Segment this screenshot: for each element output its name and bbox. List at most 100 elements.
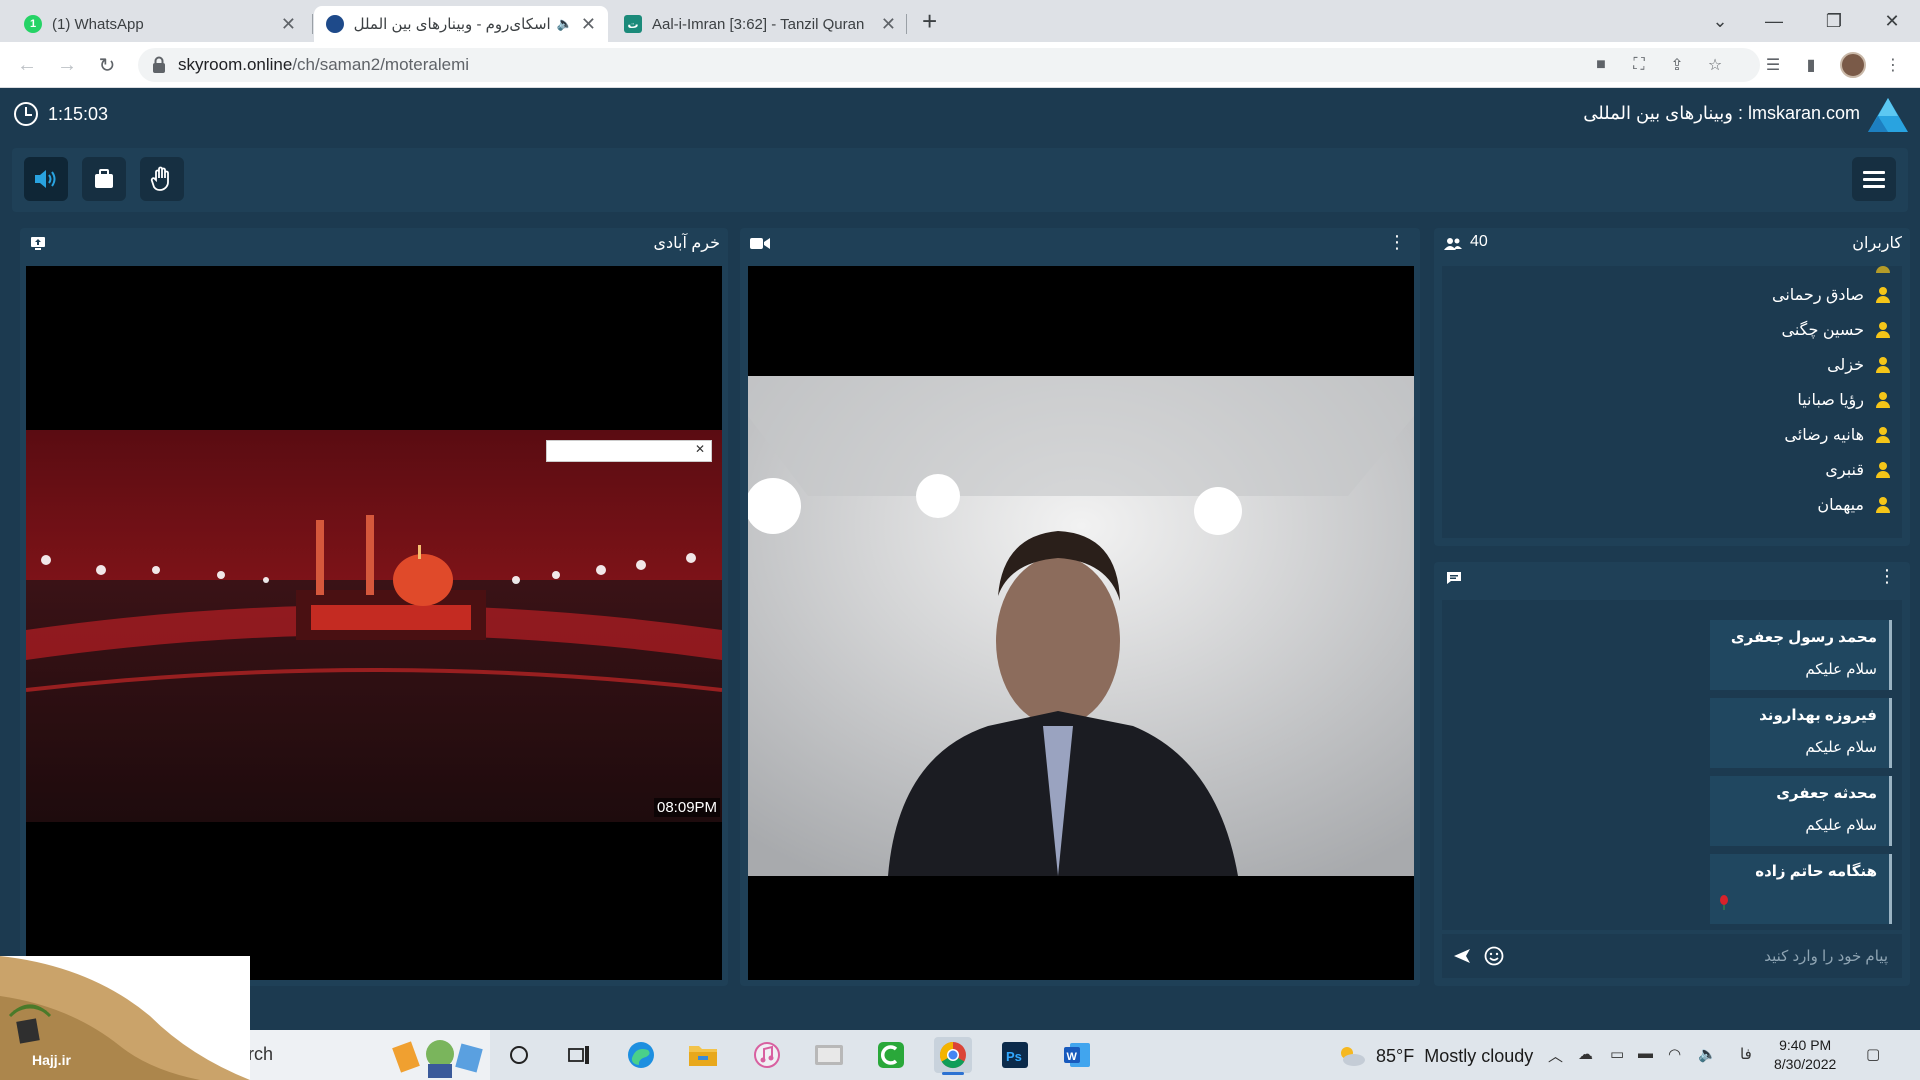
reading-list-icon[interactable]: ☰ — [1762, 54, 1784, 76]
weather-widget[interactable]: 85°F Mostly cloudy — [1336, 1044, 1533, 1068]
chrome-icon[interactable] — [934, 1037, 972, 1075]
new-tab-button[interactable]: + — [922, 6, 937, 36]
tab-separator — [906, 14, 907, 34]
files-button[interactable] — [82, 157, 126, 201]
fun-app-icon[interactable] — [810, 1037, 848, 1073]
chat-icon — [1447, 572, 1461, 584]
back-icon[interactable]: ← — [12, 50, 42, 80]
word-icon[interactable]: W — [1058, 1037, 1096, 1073]
whatsapp-icon: 1 — [24, 15, 42, 33]
panel-header: ⋮ — [1434, 562, 1910, 592]
restore-icon[interactable]: ❐ — [1806, 0, 1862, 42]
edge-icon[interactable] — [622, 1037, 660, 1073]
user-item[interactable]: رؤیا صبانیا — [1797, 390, 1892, 410]
chevron-up-icon[interactable]: ︿ — [1548, 1045, 1563, 1066]
camtasia-icon[interactable] — [872, 1037, 910, 1073]
user-item[interactable]: میهمان — [1817, 495, 1892, 515]
panel-header: ⋮ — [740, 228, 1420, 258]
meet-now-icon[interactable]: ▭ — [1610, 1045, 1624, 1063]
user-icon — [1874, 321, 1892, 339]
photoshop-icon[interactable]: Ps — [996, 1037, 1034, 1073]
minimize-icon[interactable]: — — [1746, 0, 1802, 42]
notifications-icon[interactable]: ▢ — [1866, 1045, 1880, 1063]
video-timestamp: 08:09PM — [654, 798, 721, 817]
panel-header: 40 کاربران — [1434, 228, 1910, 258]
webcam-panel: ⋮ — [740, 228, 1420, 986]
battery-icon[interactable]: ▬ — [1638, 1045, 1653, 1062]
svg-text:W: W — [1067, 1051, 1078, 1063]
file-explorer-icon[interactable] — [684, 1037, 722, 1073]
task-view-icon[interactable] — [560, 1037, 598, 1073]
panel-menu-icon[interactable]: ⋮ — [1878, 566, 1896, 587]
raise-hand-button[interactable] — [140, 157, 184, 201]
window-close-icon[interactable]: ✕ — [1864, 0, 1920, 42]
presenter-name: خرم آبادی — [653, 235, 721, 252]
reload-icon[interactable]: ↻ — [92, 50, 122, 80]
profile-avatar[interactable] — [1840, 52, 1866, 78]
share-icon[interactable]: ⇪ — [1666, 54, 1688, 76]
address-bar[interactable]: skyroom.online/ch/saman2/moteralemi ■ ⛶ … — [138, 48, 1760, 82]
chat-messages[interactable]: محمد رسول جعفری سلام علیکم فیروزه بهدارو… — [1442, 600, 1902, 930]
volume-icon[interactable]: 🔈 — [1698, 1045, 1717, 1063]
tab-search-icon[interactable]: ⌄ — [1692, 0, 1748, 42]
close-icon[interactable]: ✕ — [281, 14, 296, 35]
webcam-video — [748, 266, 1414, 980]
cortana-icon[interactable] — [500, 1037, 538, 1073]
user-item[interactable]: هانیه رضائی — [1784, 425, 1892, 445]
bookmark-star-icon[interactable]: ☆ — [1704, 54, 1726, 76]
user-list[interactable]: صادق رحمانی حسین چگنی خزلی رؤیا صبانیا ه… — [1442, 266, 1902, 538]
tab-label: (1) WhatsApp — [52, 15, 144, 33]
hamburger-icon — [1863, 171, 1885, 188]
user-item[interactable]: قنبری — [1825, 460, 1892, 480]
timer-value: 1:15:03 — [48, 103, 109, 124]
users-panel: 40 کاربران صادق رحمانی حسین چگنی خزلی رؤ… — [1434, 228, 1910, 546]
speaker-icon — [35, 170, 56, 188]
chat-input[interactable]: پیام خود را وارد کنید — [1442, 934, 1902, 978]
close-icon[interactable]: ✕ — [881, 14, 896, 35]
forward-icon[interactable]: → — [52, 50, 82, 80]
user-item-partial — [1860, 266, 1892, 274]
camera-icon[interactable]: ■ — [1590, 54, 1612, 76]
user-icon — [1874, 496, 1892, 514]
send-icon[interactable] — [1454, 949, 1470, 963]
user-icon — [1874, 356, 1892, 374]
chat-message: محمد رسول جعفری سلام علیکم — [1710, 620, 1892, 690]
translate-icon[interactable]: ⛶ — [1628, 54, 1650, 76]
speaker-video-frame — [748, 376, 1414, 876]
wifi-icon[interactable]: ◠ — [1668, 1045, 1681, 1063]
panel-header: خرم آبادی — [20, 228, 728, 258]
url-text: skyroom.online/ch/saman2/moteralemi — [178, 55, 470, 74]
tab-tanzil[interactable]: ت Aal-i-Imran [3:62] - Tanzil Quran ✕ — [612, 6, 908, 42]
tab-skyroom[interactable]: اسکای‌روم - وبینارهای بین الملل 🔈 ✕ — [314, 6, 608, 42]
users-count: 40 — [1470, 233, 1488, 250]
user-item[interactable]: صادق رحمانی — [1772, 285, 1892, 305]
rose-emoji-icon — [1720, 895, 1728, 910]
user-icon — [1874, 391, 1892, 409]
system-clock[interactable]: 9:40 PM 8/30/2022 — [1774, 1036, 1836, 1074]
itunes-icon[interactable] — [748, 1037, 786, 1073]
onedrive-icon[interactable]: ☁ — [1578, 1045, 1593, 1063]
screen-share-icon[interactable] — [30, 236, 46, 250]
menu-button[interactable] — [1852, 157, 1896, 201]
chrome-menu-icon[interactable]: ⋮ — [1882, 54, 1904, 76]
hajj-watermark: Hajj.ir — [0, 956, 250, 1080]
tab-whatsapp[interactable]: 1 (1) WhatsApp ✕ — [12, 6, 308, 42]
users-title: کاربران — [1852, 235, 1902, 252]
speaker-button[interactable] — [24, 157, 68, 201]
user-item[interactable]: خزلی — [1827, 355, 1892, 375]
input-language[interactable]: فا — [1740, 1045, 1752, 1063]
side-panel-icon[interactable]: ▮ — [1800, 54, 1822, 76]
speaker-icon[interactable]: 🔈 — [557, 16, 573, 32]
emoji-icon[interactable] — [1484, 946, 1504, 966]
close-icon[interactable]: ✕ — [581, 14, 596, 35]
panel-menu-icon[interactable]: ⋮ — [1388, 232, 1406, 253]
weather-temp: 85°F — [1376, 1045, 1415, 1066]
site-title: lmskaran.com : وبینارهای بین المللی — [1583, 103, 1860, 123]
search-box[interactable]: rch — [230, 1030, 490, 1080]
user-item[interactable]: حسین چگنی — [1781, 320, 1892, 340]
chat-panel: ⋮ محمد رسول جعفری سلام علیکم فیروزه بهدا… — [1434, 562, 1910, 986]
weather-desc: Mostly cloudy — [1424, 1045, 1534, 1066]
browser-tab-strip: 1 (1) WhatsApp ✕ اسکای‌روم - وبینارهای ب… — [0, 0, 1920, 42]
user-icon — [1874, 266, 1892, 274]
tab-separator — [312, 14, 313, 34]
